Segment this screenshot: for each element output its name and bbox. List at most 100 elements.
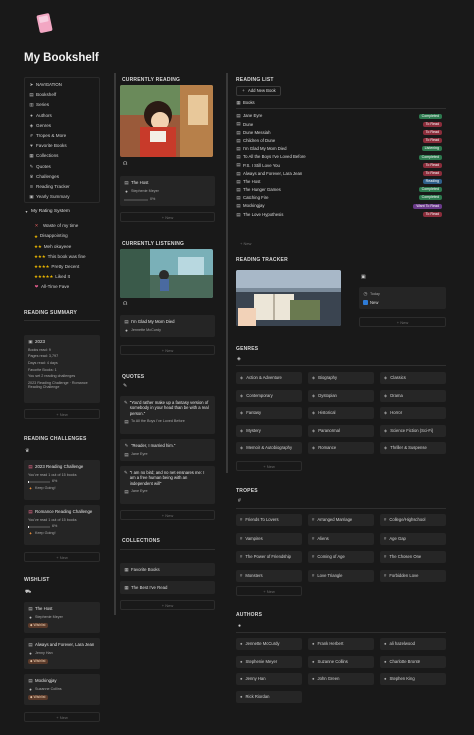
book-icon: ▤	[124, 488, 129, 494]
trope-item[interactable]: # Forbidden Love	[380, 569, 446, 582]
trope-item[interactable]: # Age Gap	[380, 532, 446, 545]
author-label: Stephen King	[389, 676, 415, 682]
genre-item[interactable]: ◈ Action & Adventure	[236, 372, 302, 384]
collection-item-favorite-books[interactable]: ▦ Favorite Books	[120, 563, 215, 576]
wishlist-new-button[interactable]: + New	[24, 712, 100, 722]
challenge-progress: 6%	[28, 479, 96, 484]
author-item[interactable]: ● Stephen King	[380, 673, 446, 685]
genres-new-button[interactable]: + New	[236, 461, 302, 471]
hash-icon: #	[240, 517, 243, 523]
tropes-new-button[interactable]: + New	[236, 586, 302, 596]
rating-system-toggle[interactable]: ▼ My Rating System	[24, 209, 70, 215]
genre-item[interactable]: ◈ Dystopian	[308, 389, 374, 402]
genre-item[interactable]: ◈ Mystery	[236, 424, 302, 437]
challenges-new-button[interactable]: + New	[24, 552, 100, 562]
add-new-book-button[interactable]: + Add New Book	[236, 86, 281, 96]
currently-reading-card[interactable]: ▤ The Host ● Stephenie Meyer 0%	[120, 176, 215, 206]
author-item[interactable]: ● Stephenie Meyer	[236, 655, 302, 668]
person-icon: ●	[312, 676, 315, 682]
reading-summary-card[interactable]: ▣ 2023 Books read: 9 Pages read: 3,797 Da…	[24, 335, 100, 403]
tracker-new-button[interactable]: + New	[359, 317, 446, 327]
book-row[interactable]: ▤ P.S. I Still Love You To Read	[236, 161, 446, 169]
trope-item[interactable]: # The Chosen One	[380, 551, 446, 563]
genre-item[interactable]: ◈ Science Fiction (Sci-Fi)	[380, 424, 446, 437]
book-row[interactable]: ▤ The Hunger Games Completed	[236, 186, 446, 194]
book-row[interactable]: ▤ Dune Messiah To Read	[236, 128, 446, 136]
genre-item[interactable]: ◈ Biography	[308, 372, 374, 384]
wishlist-card[interactable]: ▤ The Host ● Stephenie Meyer ⬥ Wishlist	[24, 602, 100, 633]
quotes-new-button[interactable]: + New	[120, 510, 215, 520]
author-item[interactable]: ● Suzanne Collins	[308, 655, 374, 668]
trope-item[interactable]: # Monsters	[236, 569, 302, 582]
author-item[interactable]: ● Frank Herbert	[308, 638, 374, 650]
author-item[interactable]: ● Jenny Han	[236, 673, 302, 685]
quote-source: ▤ To All the Boys I've Loved Before	[124, 418, 185, 424]
trope-item[interactable]: # The Power of Friendship	[236, 551, 302, 563]
book-row[interactable]: ▤ The Host Reading	[236, 178, 446, 186]
reading-new-button[interactable]: + New	[120, 212, 215, 222]
nav-item-bookshelf[interactable]: ▤ Bookshelf	[29, 90, 99, 100]
book-row[interactable]: ▤ I'm Glad My Mom Died Listening	[236, 145, 446, 153]
genre-item[interactable]: ◈ Horror	[380, 407, 446, 419]
trope-item[interactable]: # Love Triangle	[308, 569, 374, 582]
collections-new-button[interactable]: + New	[120, 600, 215, 610]
author-item[interactable]: ● Charlotte Brontë	[380, 655, 446, 668]
book-icon: ▤	[236, 113, 241, 119]
currently-listening-card[interactable]: ▤ I'm Glad My Mom Died ● Jennette McCurdy	[120, 315, 215, 337]
tag-icon: ◈	[29, 122, 34, 128]
book-title: Dune	[243, 121, 254, 127]
book-row[interactable]: ▤ The Love Hypothesis To Read	[236, 210, 446, 218]
author-item[interactable]: ● ali hazelwood	[380, 638, 446, 650]
nav-item-reading-tracker[interactable]: ≋ Reading Tracker	[29, 182, 99, 192]
trope-item[interactable]: # College/Highschool	[380, 514, 446, 526]
person-icon: ●	[125, 188, 128, 194]
book-row[interactable]: ▤ Dune To Read	[236, 120, 446, 128]
trope-item[interactable]: # Friends To Lovers	[236, 514, 302, 526]
book-row[interactable]: ▤ Jane Eyre Completed	[236, 112, 446, 120]
author-item[interactable]: ● John Green	[308, 673, 374, 685]
tracker-card[interactable]: ◷ Today New	[359, 287, 446, 309]
nav-item-collections[interactable]: ▦ Collections	[29, 151, 99, 161]
genre-item[interactable]: ◈ Historical	[308, 407, 374, 419]
quote-card[interactable]: ✎ "Reader, I married him." ▤ Jane Eyre	[120, 439, 215, 461]
nav-item-challenges[interactable]: ♛ Challenges	[29, 172, 99, 182]
challenge-card[interactable]: ▤ Romance Reading Challenge You've read 1…	[24, 505, 100, 545]
trope-item[interactable]: # Coming of Age	[308, 551, 374, 563]
trope-item[interactable]: # Vampires	[236, 532, 302, 545]
nav-item-favorite-books[interactable]: ♥ Favorite Books	[29, 141, 99, 151]
trope-item[interactable]: # Aliens	[308, 532, 374, 545]
nav-item-genres[interactable]: ◈ Genres	[29, 121, 99, 131]
genre-item[interactable]: ◈ Paranormal	[308, 424, 374, 437]
genre-item[interactable]: ◈ Contemporary	[236, 389, 302, 402]
nav-item-series[interactable]: ▥ Series	[29, 100, 99, 110]
nav-item-tropes[interactable]: # Tropes & More	[29, 131, 99, 141]
genre-item[interactable]: ◈ Thriller & Suspense	[380, 442, 446, 454]
wishlist-card[interactable]: ▤ Always and Forever, Lara Jean ● Jenny Ha…	[24, 638, 100, 669]
genre-item[interactable]: ◈ Fantasy	[236, 407, 302, 419]
book-row[interactable]: ▤ Children of Dune To Read	[236, 137, 446, 145]
nav-item-quotes[interactable]: ✎ Quotes	[29, 161, 99, 171]
book-row[interactable]: ▤ Catching Fire Completed	[236, 194, 446, 202]
book-row[interactable]: ▤ Always and Forever, Lara Jean To Read	[236, 169, 446, 177]
genre-item[interactable]: ◈ Romance	[308, 442, 374, 454]
nav-item-authors[interactable]: ● Authors	[29, 110, 99, 120]
hash-icon: #	[384, 572, 387, 578]
trope-item[interactable]: # Arranged Marriage	[308, 514, 374, 526]
wishlist-card[interactable]: ▤ Mockingjay ● Suzanne Collins ⬥ Wishlist	[24, 674, 100, 705]
tab-books[interactable]: ▦ Books	[236, 100, 254, 106]
author-item[interactable]: ● Jennette McCurdy	[236, 638, 302, 650]
genre-item[interactable]: ◈ Memoir & Autobiography	[236, 442, 302, 454]
book-row[interactable]: ▤ Mockingjay Want To Read	[236, 202, 446, 210]
summary-new-button[interactable]: + New	[24, 409, 100, 419]
quote-card[interactable]: ✎ "You'd rather make up a fantasy version…	[120, 396, 215, 434]
genre-item[interactable]: ◈ Drama	[380, 389, 446, 402]
reading-list-new-button[interactable]: + New	[240, 241, 251, 246]
genre-item[interactable]: ◈ Classics	[380, 372, 446, 384]
book-row[interactable]: ▤ To All the Boys I've Loved Before Comple…	[236, 153, 446, 161]
quote-card[interactable]: ✎ "I am no bird; and no net ensnares me: …	[120, 466, 215, 504]
author-item[interactable]: ● Rick Riordan	[236, 690, 302, 703]
listening-new-button[interactable]: + New	[120, 345, 215, 355]
nav-item-yearly-summary[interactable]: ▣ Yearly Summary	[29, 192, 99, 202]
collection-item-best-read[interactable]: ▦ The Best I've Read	[120, 581, 215, 594]
challenge-card[interactable]: ▤ 2023 Reading Challenge You've read 1 ou…	[24, 460, 100, 500]
